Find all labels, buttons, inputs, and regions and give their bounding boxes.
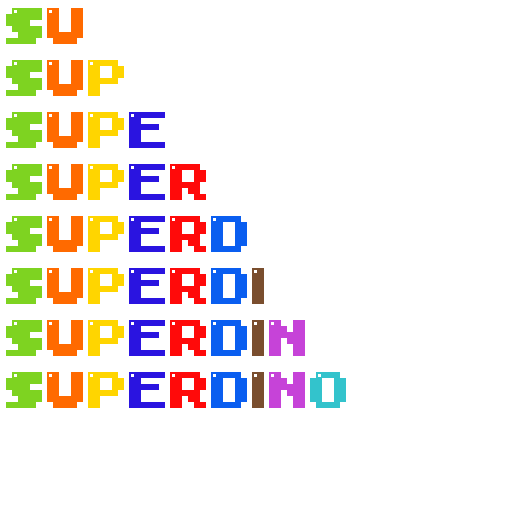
letter-u [47, 112, 83, 148]
letter-r [170, 268, 206, 304]
letter-u [47, 268, 83, 304]
letter-p [88, 268, 124, 304]
letter-u [47, 164, 83, 200]
letter-s [6, 372, 42, 408]
letter-s [6, 164, 42, 200]
letter-e [129, 320, 165, 356]
word-row: SUPERDIN [6, 320, 305, 356]
word-row: SUPERDI [6, 268, 264, 304]
word-cascade: SU SUP SUPE SUPER SUPERD SUPERDI SUPERDIN SUPER… [0, 0, 512, 512]
word-row: SUPER [6, 164, 206, 200]
letter-d [211, 372, 247, 408]
letter-p [88, 372, 124, 408]
letter-i [252, 372, 264, 408]
letter-d [211, 268, 247, 304]
letter-d [211, 216, 247, 252]
letter-e [129, 268, 165, 304]
letter-r [170, 320, 206, 356]
word-row: SUPERDINO [6, 372, 346, 408]
letter-e [129, 164, 165, 200]
letter-u [47, 8, 83, 44]
letter-p [88, 164, 124, 200]
letter-p [88, 320, 124, 356]
letter-s [6, 216, 42, 252]
word-row: SUPERD [6, 216, 247, 252]
letter-p [88, 60, 124, 96]
letter-i [252, 320, 264, 356]
letter-s [6, 112, 42, 148]
letter-d [211, 320, 247, 356]
letter-u [47, 60, 83, 96]
letter-u [47, 320, 83, 356]
letter-r [170, 216, 206, 252]
letter-s [6, 8, 42, 44]
letter-e [129, 372, 165, 408]
word-row: SUPE [6, 112, 165, 148]
letter-o [310, 372, 346, 408]
word-row: SU [6, 8, 83, 44]
letter-s [6, 320, 42, 356]
letter-r [170, 164, 206, 200]
letter-s [6, 268, 42, 304]
letter-u [47, 372, 83, 408]
letter-e [129, 112, 165, 148]
letter-i [252, 268, 264, 304]
letter-n [269, 372, 305, 408]
letter-p [88, 112, 124, 148]
letter-r [170, 372, 206, 408]
letter-s [6, 60, 42, 96]
letter-n [269, 320, 305, 356]
letter-u [47, 216, 83, 252]
letter-e [129, 216, 165, 252]
letter-p [88, 216, 124, 252]
word-row: SUP [6, 60, 124, 96]
